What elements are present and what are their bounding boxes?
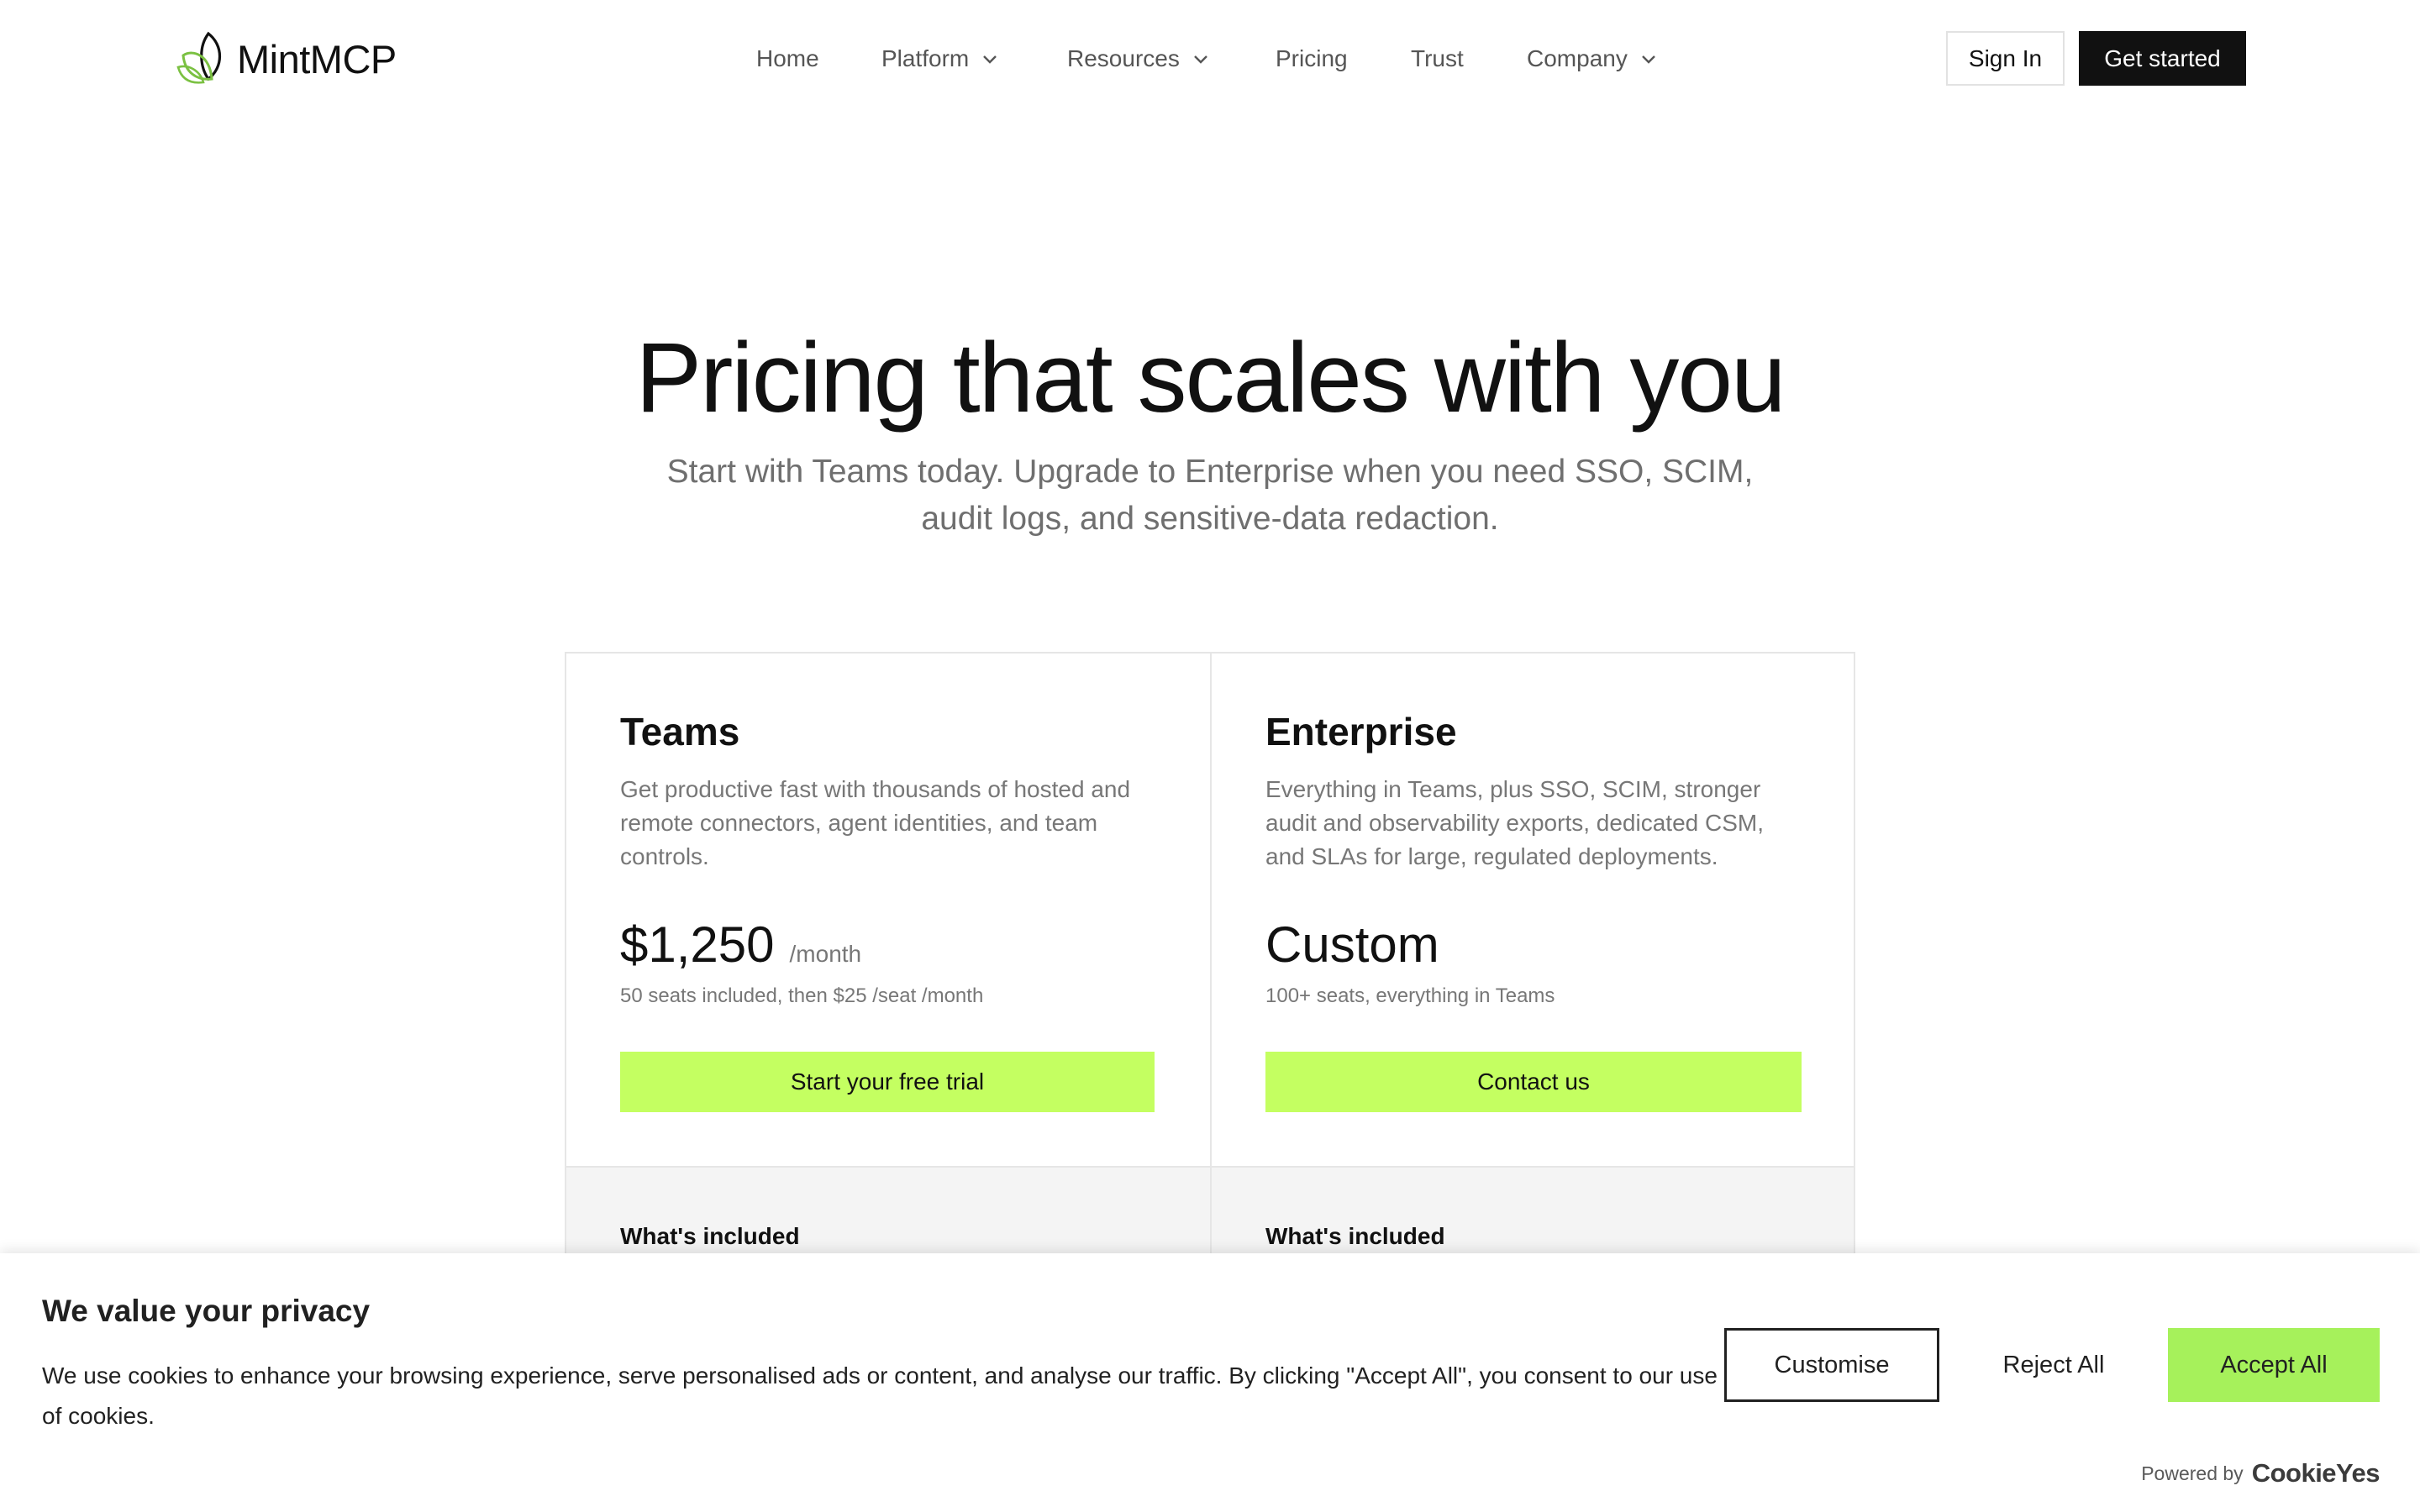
included-heading: What's included xyxy=(1265,1223,1445,1249)
nav-resources-label: Resources xyxy=(1067,45,1180,71)
nav-platform[interactable]: Platform xyxy=(881,39,999,79)
contact-us-button[interactable]: Contact us xyxy=(1265,1052,1802,1112)
nav-home[interactable]: Home xyxy=(756,39,819,79)
plan-price-unit: /month xyxy=(789,941,862,967)
reject-all-button[interactable]: Reject All xyxy=(1963,1328,2144,1402)
plan-description: Get productive fast with thousands of ho… xyxy=(620,776,1131,869)
plan-summary: Teams Get productive fast with thousands… xyxy=(566,654,1210,1166)
nav-trust-label: Trust xyxy=(1411,45,1464,71)
cookieyes-logo: CookieYes xyxy=(2251,1458,2381,1488)
plan-name: Teams xyxy=(620,710,740,753)
powered-by-label: Powered by xyxy=(2141,1462,2244,1484)
sign-in-button[interactable]: Sign In xyxy=(1946,31,2065,86)
nav-platform-label: Platform xyxy=(881,45,970,71)
plan-price-row: $1,250 /month xyxy=(620,916,861,974)
page-title: Pricing that scales with you xyxy=(635,323,1786,433)
nav-company[interactable]: Company xyxy=(1527,39,1658,79)
plan-price: Custom xyxy=(1265,916,1439,973)
included-heading: What's included xyxy=(620,1223,800,1249)
nav-resources[interactable]: Resources xyxy=(1067,39,1210,79)
plan-description: Everything in Teams, plus SSO, SCIM, str… xyxy=(1265,776,1764,869)
cookie-title: We value your privacy xyxy=(42,1294,371,1328)
plan-price-row: Custom xyxy=(1265,916,1455,974)
powered-by-link[interactable]: Powered by CookieYes xyxy=(2141,1458,2380,1488)
plan-seats: 100+ seats, everything in Teams xyxy=(1265,984,1555,1007)
plan-name: Enterprise xyxy=(1265,710,1457,753)
page-subtitle: Start with Teams today. Upgrade to Enter… xyxy=(666,454,1754,537)
plan-summary: Enterprise Everything in Teams, plus SSO… xyxy=(1212,654,1854,1166)
nav-home-label: Home xyxy=(756,45,819,71)
nav-pricing[interactable]: Pricing xyxy=(1276,39,1348,79)
chevron-down-icon xyxy=(983,55,997,64)
nav-trust[interactable]: Trust xyxy=(1411,39,1464,79)
cookie-consent-banner: We value your privacy We use cookies to … xyxy=(0,1253,2420,1512)
plan-price: $1,250 xyxy=(620,916,775,973)
customise-button[interactable]: Customise xyxy=(1724,1328,1939,1402)
nav-company-label: Company xyxy=(1527,45,1628,71)
cookie-description: We use cookies to enhance your browsing … xyxy=(42,1362,1718,1429)
chevron-down-icon xyxy=(1641,55,1655,64)
accept-all-button[interactable]: Accept All xyxy=(2168,1328,2380,1402)
get-started-button[interactable]: Get started xyxy=(2079,31,2246,86)
nav-pricing-label: Pricing xyxy=(1276,45,1348,71)
plan-seats: 50 seats included, then $25 /seat /month xyxy=(620,984,984,1007)
chevron-down-icon xyxy=(1193,55,1207,64)
top-navigation: MintMCP Home Platform Resources Pricing … xyxy=(0,0,2420,118)
start-free-trial-button[interactable]: Start your free trial xyxy=(620,1052,1155,1112)
